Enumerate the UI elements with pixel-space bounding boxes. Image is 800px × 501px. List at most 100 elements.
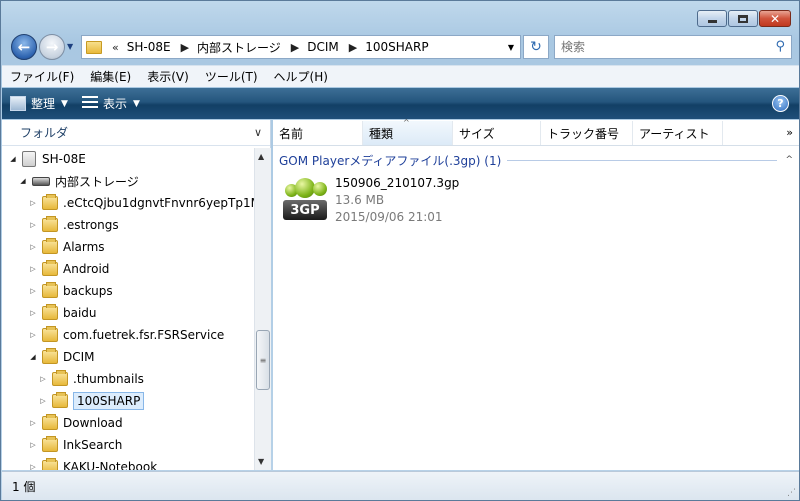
column-header-artist[interactable]: アーティスト <box>633 121 723 145</box>
scrollbar-thumb[interactable]: ≡ <box>256 330 270 390</box>
tree-item-folder[interactable]: ▷ backups <box>28 280 113 302</box>
address-bar[interactable]: « SH-08E ▶ 内部ストレージ ▶ DCIM ▶ 100SHARP ▼ <box>81 35 521 59</box>
column-header-track-number[interactable]: トラック番号 <box>541 121 633 145</box>
tree-item-label: Download <box>63 416 123 430</box>
arrow-left-icon: ← <box>17 38 31 56</box>
tree-item-folder[interactable]: ▷ baidu <box>28 302 97 324</box>
scroll-down-icon[interactable]: ▼ <box>258 457 264 466</box>
breadcrumb-dcim[interactable]: DCIM <box>307 40 339 54</box>
folder-icon <box>42 282 58 298</box>
tree-item-folder[interactable]: ▷ Android <box>28 258 109 280</box>
tree-item-folder[interactable]: ▷ .eCtcQjbu1dgnvtFnvnr6yepTp1M <box>28 192 254 214</box>
views-button[interactable]: 表示 ▼ <box>81 95 140 112</box>
tree-item-label: .thumbnails <box>73 372 144 386</box>
back-button[interactable]: ← <box>11 34 37 60</box>
search-icon[interactable]: ⚲ <box>775 39 785 54</box>
folders-header[interactable]: フォルダ ∨ <box>2 120 270 146</box>
tree-item-folder[interactable]: ▷ com.fuetrek.fsr.FSRService <box>28 324 224 346</box>
gom-3gp-file-icon: 3GP <box>281 174 329 222</box>
menu-file[interactable]: ファイル(F) <box>10 68 74 85</box>
tree-item-100sharp[interactable]: ▷ 100SHARP <box>38 390 145 412</box>
folders-label: フォルダ <box>20 126 69 140</box>
folder-icon <box>42 436 58 452</box>
menu-edit[interactable]: 編集(E) <box>90 68 131 85</box>
collapsed-arrow-icon[interactable]: ▷ <box>38 397 48 405</box>
tree-item-label: .estrongs <box>63 218 119 232</box>
tree-item-label: 内部ストレージ <box>55 174 139 189</box>
tree-item-label: .eCtcQjbu1dgnvtFnvnr6yepTp1M <box>63 196 254 210</box>
tree-item-label: backups <box>63 284 113 298</box>
breadcrumb-internal-storage[interactable]: 内部ストレージ <box>197 39 281 56</box>
collapsed-arrow-icon[interactable]: ▷ <box>28 199 38 207</box>
collapsed-arrow-icon[interactable]: ▷ <box>28 221 38 229</box>
tree-item-folder[interactable]: ▷ Download <box>28 412 123 434</box>
refresh-icon: ↻ <box>530 39 542 55</box>
sort-ascending-icon: ^ <box>403 118 410 127</box>
tree-item-folder[interactable]: ▷ .estrongs <box>28 214 119 236</box>
tree-item-device[interactable]: ◢ SH-08E <box>8 148 86 170</box>
collapsed-arrow-icon[interactable]: ▷ <box>28 243 38 251</box>
collapsed-arrow-icon[interactable]: ▷ <box>28 287 38 295</box>
expanded-arrow-icon[interactable]: ◢ <box>28 353 38 361</box>
menu-view[interactable]: 表示(V) <box>147 68 189 85</box>
breadcrumb-overflow[interactable]: « <box>112 41 119 54</box>
tree-item-label: Alarms <box>63 240 105 254</box>
resize-grip-icon[interactable]: ⋰ <box>787 488 796 498</box>
organize-icon <box>10 96 26 111</box>
chevron-down-icon: ▼ <box>67 42 74 51</box>
tree-item-label: Android <box>63 262 110 276</box>
forward-button[interactable]: → <box>39 34 65 60</box>
file-item[interactable]: 3GP 150906_210107.3gp 13.6 MB 2015/09/06… <box>281 174 531 230</box>
expanded-arrow-icon[interactable]: ◢ <box>8 155 18 163</box>
item-count: 1 個 <box>12 480 36 494</box>
breadcrumb-separator[interactable]: ▶ <box>291 41 299 54</box>
recent-pages-button[interactable]: ▼ <box>67 42 73 51</box>
breadcrumb-100sharp[interactable]: 100SHARP <box>365 40 428 54</box>
expanded-arrow-icon[interactable]: ◢ <box>18 177 28 185</box>
help-button[interactable]: ? <box>772 95 789 112</box>
collapsed-arrow-icon[interactable]: ▷ <box>28 419 38 427</box>
collapsed-arrow-icon[interactable]: ▷ <box>28 463 38 470</box>
collapse-group-icon[interactable]: ^ <box>785 155 793 165</box>
tree-scrollbar[interactable]: ▲ ≡ ▼ <box>254 148 271 470</box>
breadcrumb-separator[interactable]: ▶ <box>181 41 189 54</box>
tree-item-label: InkSearch <box>63 438 123 452</box>
file-list-pane: 名前 ^ 種類 サイズ トラック番号 アーティスト » GOM Playerメデ… <box>273 118 799 470</box>
organize-button[interactable]: 整理 ▼ <box>10 95 68 112</box>
minimize-button[interactable] <box>697 10 727 27</box>
explorer-window: ✕ ← → ▼ « SH-08E ▶ 内部ストレージ ▶ DCIM ▶ 100S… <box>0 0 800 501</box>
close-button[interactable]: ✕ <box>759 10 791 27</box>
tree-item-folder[interactable]: ▷ Alarms <box>28 236 105 258</box>
chevron-down-icon[interactable]: ▼ <box>508 43 514 52</box>
collapsed-arrow-icon[interactable]: ▷ <box>28 441 38 449</box>
tree-item-internal-storage[interactable]: ◢ 内部ストレージ <box>18 170 139 192</box>
column-header-name[interactable]: 名前 <box>273 121 363 145</box>
scroll-up-icon[interactable]: ▲ <box>258 152 264 161</box>
menu-tools[interactable]: ツール(T) <box>205 68 258 85</box>
tree-item-thumbnails[interactable]: ▷ .thumbnails <box>38 368 144 390</box>
collapsed-arrow-icon[interactable]: ▷ <box>28 309 38 317</box>
views-label: 表示 <box>102 97 127 111</box>
tree-item-label: baidu <box>63 306 97 320</box>
menu-help[interactable]: ヘルプ(H) <box>274 68 328 85</box>
column-header-size[interactable]: サイズ <box>453 121 541 145</box>
more-columns-button[interactable]: » <box>786 126 793 139</box>
breadcrumb-separator[interactable]: ▶ <box>349 41 357 54</box>
search-input[interactable] <box>555 40 755 54</box>
close-icon: ✕ <box>769 11 781 26</box>
collapsed-arrow-icon[interactable]: ▷ <box>38 375 48 383</box>
refresh-button[interactable]: ↻ <box>523 35 549 59</box>
tree-item-folder[interactable]: ▷ InkSearch <box>28 434 122 456</box>
breadcrumb-sh08e[interactable]: SH-08E <box>127 40 171 54</box>
file-group-header[interactable]: GOM Playerメディアファイル(.3gp) (1) ^ <box>279 150 793 170</box>
help-icon: ? <box>777 97 784 110</box>
tree-item-folder[interactable]: ▷ KAKU-Notebook <box>28 456 157 470</box>
maximize-button[interactable] <box>728 10 758 27</box>
tree-item-dcim[interactable]: ◢ DCIM <box>28 346 95 368</box>
group-title: GOM Playerメディアファイル(.3gp) (1) <box>279 153 502 168</box>
collapsed-arrow-icon[interactable]: ▷ <box>28 331 38 339</box>
collapsed-arrow-icon[interactable]: ▷ <box>28 265 38 273</box>
status-bar: 1 個 ⋰ <box>2 471 799 500</box>
column-header-type[interactable]: ^ 種類 <box>363 118 453 145</box>
folder-icon <box>42 348 58 364</box>
